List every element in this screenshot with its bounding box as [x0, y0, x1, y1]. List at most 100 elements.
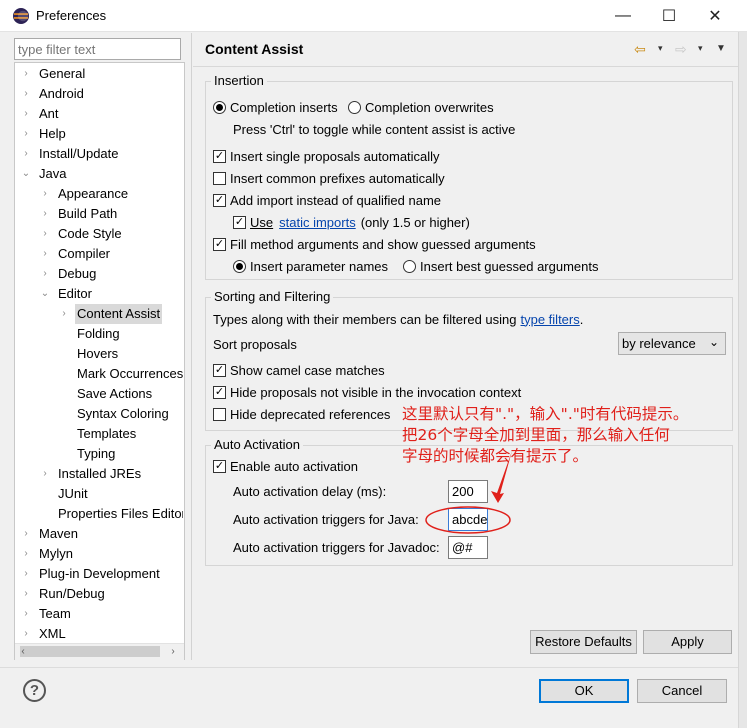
insert-best-guessed-label: Insert best guessed arguments	[420, 258, 599, 274]
types-text: Types along with their members can be fi…	[213, 311, 517, 327]
back-arrow-icon[interactable]: ⇦	[634, 41, 646, 58]
tree-item[interactable]: Maven	[37, 524, 80, 544]
collapsed-chevron-icon[interactable]: ›	[20, 104, 32, 124]
tree-item[interactable]: Debug	[56, 264, 98, 284]
delay-label: Auto activation delay (ms):	[233, 483, 387, 499]
minimize-button[interactable]: —	[600, 0, 646, 31]
chevron-down-icon: ⌄	[708, 335, 719, 349]
scroll-left-arrow-icon[interactable]: ‹	[15, 643, 31, 660]
tree-item[interactable]: Templates	[75, 424, 138, 444]
tree-item[interactable]: Folding	[75, 324, 122, 344]
forward-history-dropdown-icon[interactable]: ▾	[698, 43, 703, 54]
tree-item[interactable]: Plug-in Development	[37, 564, 162, 584]
close-button[interactable]: ✕	[692, 0, 738, 31]
tree-item[interactable]: JUnit	[56, 484, 90, 504]
collapsed-chevron-icon[interactable]: ›	[39, 204, 51, 224]
tree-item[interactable]: Ant	[37, 104, 61, 124]
tree-item[interactable]: Build Path	[56, 204, 119, 224]
scroll-right-arrow-icon[interactable]: ›	[165, 643, 181, 660]
checkbox-checked-icon: ✓	[213, 149, 226, 163]
annotation-text: 这里默认只有"."，输入"."时有代码提示。 把26个字母全加到里面，那么输入任…	[402, 404, 702, 467]
tree-item[interactable]: Hovers	[75, 344, 120, 364]
completion-overwrites-radio[interactable]: Completion overwrites	[348, 98, 494, 116]
annotation-line-3: 字母的时候都会有提示了。	[402, 447, 589, 465]
show-camel-checkbox[interactable]: ✓ Show camel case matches	[213, 361, 385, 379]
forward-arrow-icon[interactable]: ⇨	[675, 41, 687, 58]
completion-inserts-radio[interactable]: Completion inserts	[213, 98, 338, 116]
tree-item[interactable]: XML	[37, 624, 68, 644]
checkbox-checked-icon: ✓	[213, 237, 226, 251]
tree-item[interactable]: Java	[37, 164, 68, 184]
collapsed-chevron-icon[interactable]: ›	[20, 64, 32, 84]
view-menu-icon[interactable]: ▼	[716, 43, 726, 54]
collapsed-chevron-icon[interactable]: ›	[20, 604, 32, 624]
expanded-chevron-icon[interactable]: ⌄	[39, 284, 51, 304]
collapsed-chevron-icon[interactable]: ›	[20, 144, 32, 164]
insert-best-guessed-radio[interactable]: Insert best guessed arguments	[403, 257, 599, 275]
sort-proposals-select[interactable]: by relevance ⌄	[618, 332, 726, 355]
collapsed-chevron-icon[interactable]: ›	[20, 544, 32, 564]
tree-item[interactable]: Mark Occurrences	[75, 364, 183, 384]
javadoc-triggers-input[interactable]: @#	[448, 536, 488, 559]
tree-item[interactable]: Install/Update	[37, 144, 121, 164]
tree-item[interactable]: Help	[37, 124, 68, 144]
insert-param-names-radio[interactable]: Insert parameter names	[233, 257, 388, 275]
background-window-edge	[738, 32, 747, 728]
back-history-dropdown-icon[interactable]: ▾	[658, 43, 663, 54]
tree-item[interactable]: Compiler	[56, 244, 112, 264]
tree-item[interactable]: Team	[37, 604, 73, 624]
checkbox-unchecked-icon	[213, 171, 226, 185]
footer-separator	[0, 667, 738, 668]
tree-item[interactable]: Syntax Coloring	[75, 404, 171, 424]
apply-button[interactable]: Apply	[643, 630, 732, 654]
enable-auto-activation-checkbox[interactable]: ✓ Enable auto activation	[213, 457, 358, 475]
tree-item[interactable]: General	[37, 64, 87, 84]
collapsed-chevron-icon[interactable]: ›	[58, 304, 70, 324]
expanded-chevron-icon[interactable]: ⌄	[20, 164, 32, 184]
tree-item[interactable]: Content Assist	[75, 304, 163, 324]
collapsed-chevron-icon[interactable]: ›	[20, 624, 32, 644]
tree-item[interactable]: Typing	[75, 444, 117, 464]
collapsed-chevron-icon[interactable]: ›	[39, 184, 51, 204]
add-import-checkbox[interactable]: ✓ Add import instead of qualified name	[213, 191, 441, 209]
use-static-imports-checkbox[interactable]: ✓ Use static imports (only 1.5 or higher…	[233, 213, 470, 231]
tree-item[interactable]: Android	[37, 84, 86, 104]
tree-item[interactable]: Code Style	[56, 224, 124, 244]
filter-input[interactable]	[14, 38, 181, 60]
collapsed-chevron-icon[interactable]: ›	[39, 464, 51, 484]
tree-item[interactable]: Appearance	[56, 184, 130, 204]
help-icon[interactable]: ?	[23, 679, 46, 702]
tree-item[interactable]: Installed JREs	[56, 464, 143, 484]
tree-item[interactable]: Properties Files Editor	[56, 504, 183, 524]
type-filters-link[interactable]: type filters	[521, 312, 580, 327]
checkbox-checked-icon: ✓	[213, 363, 226, 377]
tree-item[interactable]: Editor	[56, 284, 94, 304]
collapsed-chevron-icon[interactable]: ›	[39, 264, 51, 284]
scrollbar-thumb[interactable]	[20, 646, 160, 657]
hide-not-visible-checkbox[interactable]: ✓ Hide proposals not visible in the invo…	[213, 383, 521, 401]
java-triggers-label: Auto activation triggers for Java:	[233, 511, 419, 527]
eclipse-app-icon	[13, 8, 29, 24]
collapsed-chevron-icon[interactable]: ›	[20, 124, 32, 144]
ok-button[interactable]: OK	[539, 679, 629, 703]
collapsed-chevron-icon[interactable]: ›	[39, 244, 51, 264]
tree-item[interactable]: Mylyn	[37, 544, 75, 564]
collapsed-chevron-icon[interactable]: ›	[20, 584, 32, 604]
tree-item[interactable]: Save Actions	[75, 384, 154, 404]
panel-divider	[191, 33, 192, 660]
collapsed-chevron-icon[interactable]: ›	[39, 224, 51, 244]
restore-defaults-button[interactable]: Restore Defaults	[530, 630, 637, 654]
radio-unselected-icon	[403, 259, 416, 273]
use-label: Use	[250, 214, 274, 230]
collapsed-chevron-icon[interactable]: ›	[20, 564, 32, 584]
collapsed-chevron-icon[interactable]: ›	[20, 524, 32, 544]
cancel-button[interactable]: Cancel	[637, 679, 727, 703]
tree-item[interactable]: Run/Debug	[37, 584, 107, 604]
insert-common-checkbox[interactable]: Insert common prefixes automatically	[213, 169, 445, 187]
collapsed-chevron-icon[interactable]: ›	[20, 84, 32, 104]
hide-deprecated-checkbox[interactable]: Hide deprecated references	[213, 405, 390, 423]
insert-single-checkbox[interactable]: ✓ Insert single proposals automatically	[213, 147, 440, 165]
maximize-button[interactable]: ☐	[646, 0, 692, 31]
static-imports-link[interactable]: static imports	[279, 215, 356, 230]
fill-method-checkbox[interactable]: ✓ Fill method arguments and show guessed…	[213, 235, 536, 253]
